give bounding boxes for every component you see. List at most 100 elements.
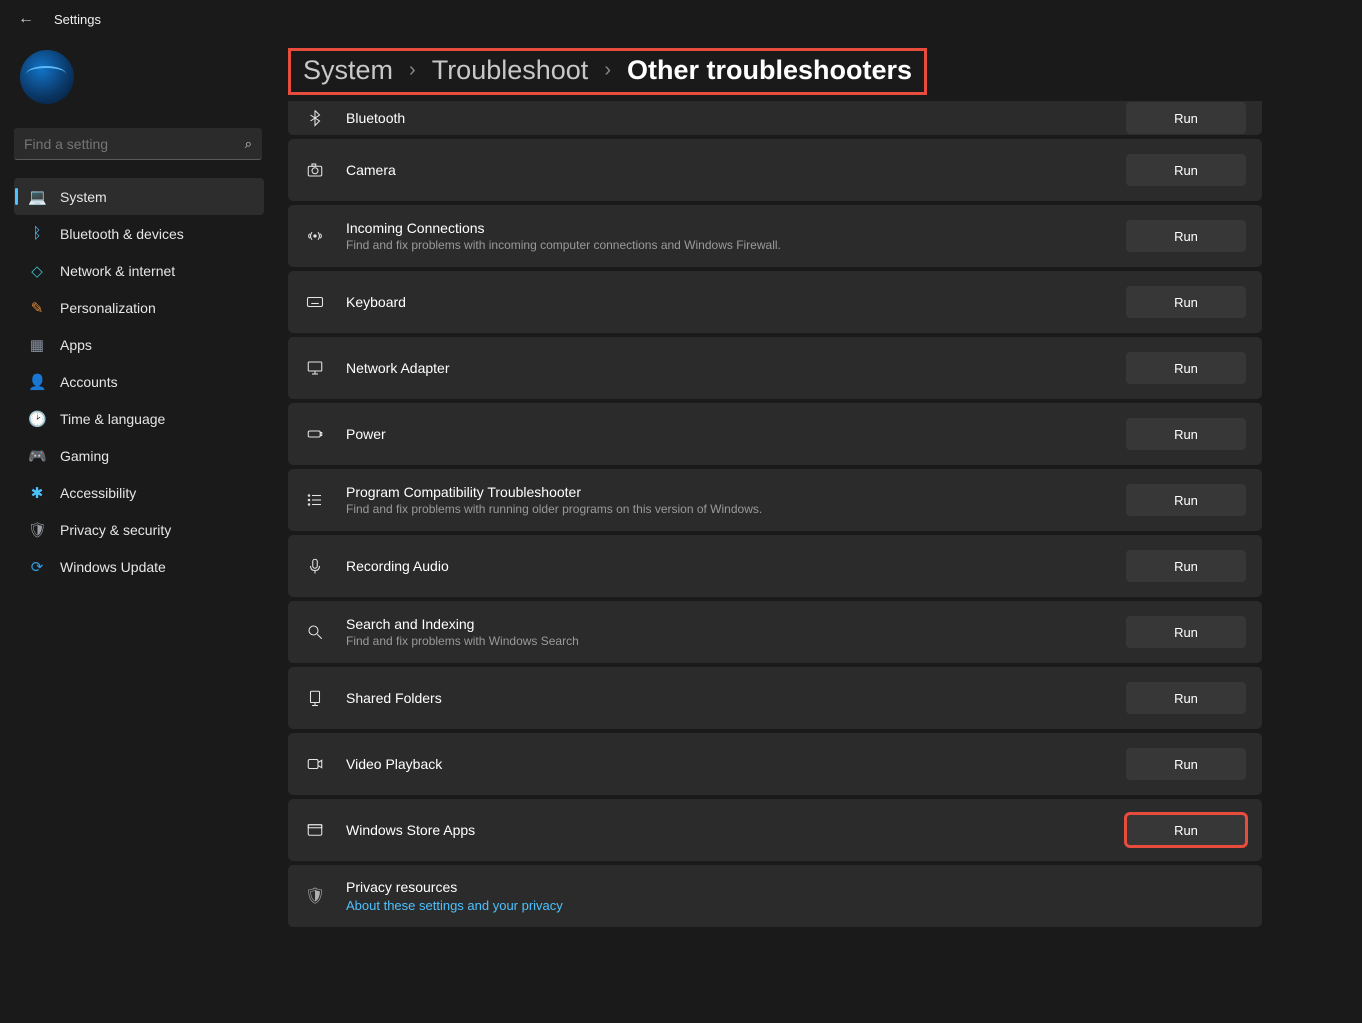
monitor-icon xyxy=(304,359,326,377)
run-button[interactable]: Run xyxy=(1126,286,1246,318)
troubleshooter-text: Network Adapter xyxy=(346,360,1126,376)
crumb-system[interactable]: System xyxy=(303,55,393,86)
personalization-icon: ✎ xyxy=(28,299,46,317)
troubleshooter-title: Bluetooth xyxy=(346,110,1126,126)
troubleshooter-title: Search and Indexing xyxy=(346,616,1126,632)
nav-label: Time & language xyxy=(60,411,165,427)
run-button[interactable]: Run xyxy=(1126,748,1246,780)
troubleshooter-windows-store-apps: Windows Store AppsRun xyxy=(288,799,1262,861)
list-icon xyxy=(304,491,326,509)
nav-label: Accounts xyxy=(60,374,118,390)
bluetooth-devices-icon: ᛒ xyxy=(28,225,46,242)
nav-item-apps[interactable]: ▦ Apps xyxy=(14,326,264,363)
privacy-security-icon: 🛡 xyxy=(28,521,46,539)
windows-update-icon: ⟳ xyxy=(28,558,46,576)
troubleshooter-shared-folders: Shared FoldersRun xyxy=(288,667,1262,729)
nav-item-network-internet[interactable]: ◇Network & internet xyxy=(14,252,264,289)
app-title: Settings xyxy=(54,12,101,27)
mic-icon xyxy=(304,557,326,575)
nav-item-accessibility[interactable]: ✱ Accessibility xyxy=(14,474,264,511)
troubleshooter-desc: Find and fix problems with incoming comp… xyxy=(346,238,1126,252)
time-language-icon: 🕑 xyxy=(28,410,46,428)
title-bar: ← Settings xyxy=(0,0,1362,38)
apps-icon: ▦ xyxy=(28,336,46,354)
search-input[interactable] xyxy=(24,136,224,152)
run-button[interactable]: Run xyxy=(1126,220,1246,252)
troubleshooter-keyboard: KeyboardRun xyxy=(288,271,1262,333)
nav-item-windows-update[interactable]: ⟳Windows Update xyxy=(14,548,264,585)
troubleshooter-power: PowerRun xyxy=(288,403,1262,465)
privacy-title: Privacy resources xyxy=(346,879,1246,895)
troubleshooter-title: Keyboard xyxy=(346,294,1126,310)
nav-item-system[interactable]: 💻 System xyxy=(14,178,264,215)
nav-item-time-language[interactable]: 🕑 Time & language xyxy=(14,400,264,437)
troubleshooter-text: Power xyxy=(346,426,1126,442)
run-button[interactable]: Run xyxy=(1126,352,1246,384)
nav-item-gaming[interactable]: 🎮Gaming xyxy=(14,437,264,474)
sidebar: ⌕ 💻 System ᛒBluetooth & devices◇Network & … xyxy=(14,50,264,585)
troubleshooter-text: Recording Audio xyxy=(346,558,1126,574)
gaming-icon: 🎮 xyxy=(28,447,46,465)
nav-label: Apps xyxy=(60,337,92,353)
nav-item-bluetooth-devices[interactable]: ᛒBluetooth & devices xyxy=(14,215,264,252)
troubleshooter-network-adapter: Network AdapterRun xyxy=(288,337,1262,399)
breadcrumb-highlight: System › Troubleshoot › Other troublesho… xyxy=(288,48,927,95)
privacy-text: Privacy resources About these settings an… xyxy=(346,879,1246,913)
run-button[interactable]: Run xyxy=(1126,550,1246,582)
nav-item-accounts[interactable]: 👤 Accounts xyxy=(14,363,264,400)
back-button[interactable]: ← xyxy=(18,10,34,28)
run-button[interactable]: Run xyxy=(1126,682,1246,714)
run-button[interactable]: Run xyxy=(1126,484,1246,516)
system-icon: 💻 xyxy=(28,188,46,206)
chevron-right-icon: › xyxy=(604,59,611,82)
nav-item-privacy-security[interactable]: 🛡 Privacy & security xyxy=(14,511,264,548)
troubleshooter-text: Camera xyxy=(346,162,1126,178)
troubleshooter-title: Program Compatibility Troubleshooter xyxy=(346,484,1126,500)
troubleshooter-text: Program Compatibility Troubleshooter Find… xyxy=(346,484,1126,516)
nav-label: Privacy & security xyxy=(60,522,171,538)
keyboard-icon xyxy=(304,293,326,311)
run-button[interactable]: Run xyxy=(1126,418,1246,450)
privacy-resources: 🛡Privacy resourcesAbout these settings a… xyxy=(288,865,1262,927)
troubleshooter-video-playback: Video PlaybackRun xyxy=(288,733,1262,795)
main-content: System › Troubleshoot › Other troublesho… xyxy=(288,48,1262,1023)
troubleshooter-text: Keyboard xyxy=(346,294,1126,310)
nav-label: Network & internet xyxy=(60,263,175,279)
run-button[interactable]: Run xyxy=(1126,102,1246,134)
troubleshooter-text: Shared Folders xyxy=(346,690,1126,706)
troubleshooter-text: Bluetooth xyxy=(346,110,1126,126)
nav-label: System xyxy=(60,189,107,205)
nav-label: Accessibility xyxy=(60,485,136,501)
video-icon xyxy=(304,755,326,773)
troubleshooter-title: Recording Audio xyxy=(346,558,1126,574)
camera-icon xyxy=(304,161,326,179)
user-avatar[interactable] xyxy=(20,50,74,104)
troubleshooter-text: Search and Indexing Find and fix problems… xyxy=(346,616,1126,648)
accounts-icon: 👤 xyxy=(28,373,46,391)
troubleshooter-recording-audio: Recording AudioRun xyxy=(288,535,1262,597)
bluetooth-icon xyxy=(304,109,326,127)
search-box[interactable]: ⌕ xyxy=(14,128,262,160)
search-icon xyxy=(304,623,326,641)
crumb-current: Other troubleshooters xyxy=(627,55,912,86)
troubleshooter-title: Incoming Connections xyxy=(346,220,1126,236)
troubleshooter-incoming-connections: Incoming Connections Find and fix problem… xyxy=(288,205,1262,267)
troubleshooter-desc: Find and fix problems with Windows Searc… xyxy=(346,634,1126,648)
troubleshooter-camera: CameraRun xyxy=(288,139,1262,201)
privacy-link[interactable]: About these settings and your privacy xyxy=(346,898,1246,913)
accessibility-icon: ✱ xyxy=(28,484,46,502)
run-button[interactable]: Run xyxy=(1126,616,1246,648)
troubleshooter-title: Shared Folders xyxy=(346,690,1126,706)
nav-item-personalization[interactable]: ✎Personalization xyxy=(14,289,264,326)
run-button[interactable]: Run xyxy=(1126,814,1246,846)
troubleshooter-text: Incoming Connections Find and fix problem… xyxy=(346,220,1126,252)
troubleshooter-desc: Find and fix problems with running older… xyxy=(346,502,1126,516)
troubleshooter-title: Power xyxy=(346,426,1126,442)
troubleshooter-text: Windows Store Apps xyxy=(346,822,1126,838)
folder-icon xyxy=(304,689,326,707)
troubleshooter-title: Video Playback xyxy=(346,756,1126,772)
battery-icon xyxy=(304,425,326,443)
run-button[interactable]: Run xyxy=(1126,154,1246,186)
troubleshooter-text: Video Playback xyxy=(346,756,1126,772)
crumb-troubleshoot[interactable]: Troubleshoot xyxy=(432,55,589,86)
